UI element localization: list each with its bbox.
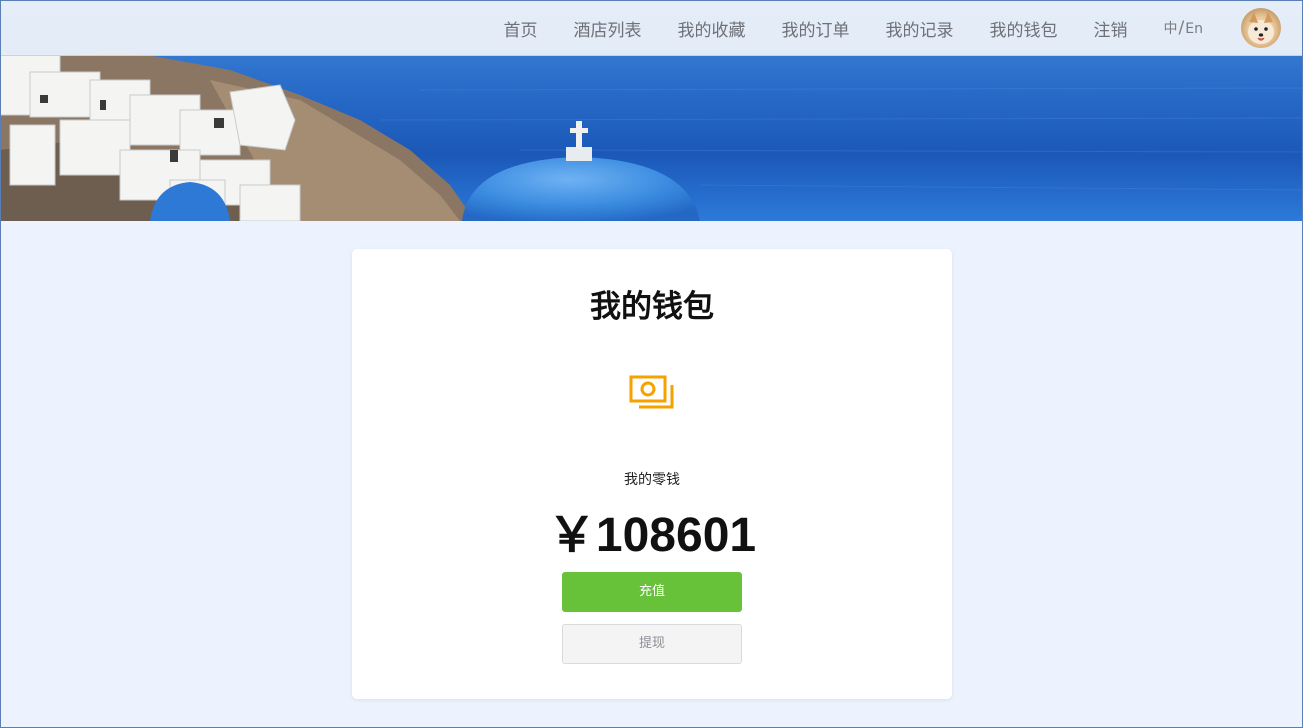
money-icon [628, 373, 676, 417]
nav-item-hotel-list[interactable]: 酒店列表 [574, 16, 642, 41]
language-switch[interactable]: 中/En [1164, 18, 1203, 38]
lang-en[interactable]: En [1185, 21, 1203, 37]
user-avatar[interactable] [1241, 8, 1281, 48]
withdraw-button[interactable]: 提现 [562, 624, 742, 664]
lang-separator: / [1178, 18, 1185, 38]
top-nav-bar: 首页 酒店列表 我的收藏 我的订单 我的记录 我的钱包 注销 中/En [0, 0, 1303, 56]
nav-item-orders[interactable]: 我的订单 [782, 16, 850, 41]
lang-zh[interactable]: 中 [1164, 21, 1178, 37]
balance-label: 我的零钱 [624, 472, 680, 488]
recharge-button[interactable]: 充值 [562, 572, 742, 612]
page-title: 我的钱包 [590, 289, 714, 325]
nav-item-logout[interactable]: 注销 [1094, 16, 1128, 41]
nav-item-records[interactable]: 我的记录 [886, 16, 954, 41]
nav-item-home[interactable]: 首页 [504, 16, 538, 41]
nav-menu: 首页 酒店列表 我的收藏 我的订单 我的记录 我的钱包 注销 中/En [504, 0, 1303, 56]
nav-item-wallet[interactable]: 我的钱包 [990, 16, 1058, 41]
nav-item-favorites[interactable]: 我的收藏 [678, 16, 746, 41]
wallet-card: 我的钱包 我的零钱 ￥108601 充值 提现 [352, 249, 952, 699]
balance-amount: ￥108601 [547, 509, 757, 562]
